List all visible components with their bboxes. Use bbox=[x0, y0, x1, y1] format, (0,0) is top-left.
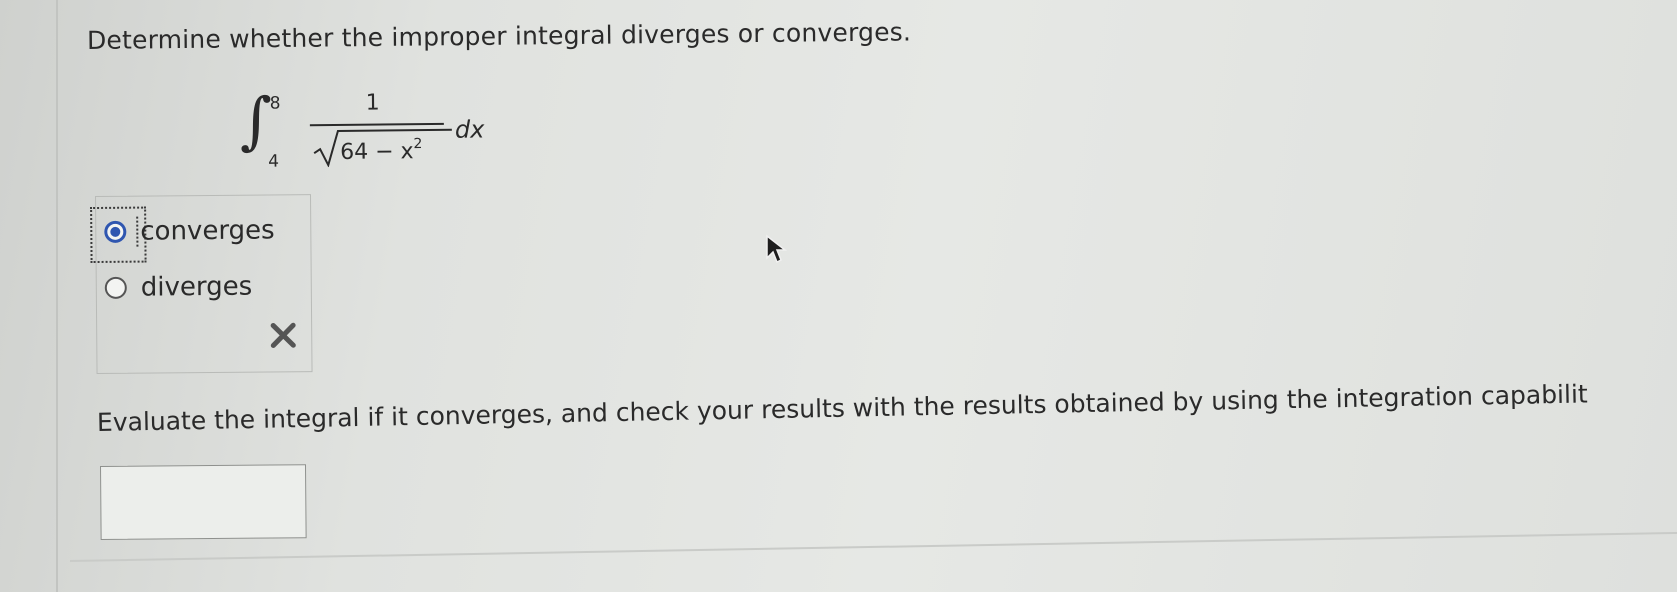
option-label-converges[interactable]: converges bbox=[136, 215, 275, 247]
radio-converges[interactable] bbox=[104, 220, 127, 243]
cross-icon bbox=[270, 322, 296, 348]
radicand: 64 − x2 bbox=[340, 136, 423, 165]
left-divider bbox=[56, 0, 58, 592]
evaluate-instruction: Evaluate the integral if it converges, a… bbox=[96, 379, 1588, 437]
radicand-exponent: 2 bbox=[413, 136, 423, 153]
integral-sign: ∫ bbox=[239, 83, 273, 157]
question-title: Determine whether the improper integral … bbox=[86, 17, 912, 55]
answer-options-group: converges diverges bbox=[90, 194, 313, 374]
fraction-numerator: 1 bbox=[365, 90, 380, 116]
bottom-divider bbox=[69, 531, 1677, 562]
differential: dx bbox=[454, 115, 485, 144]
mouse-cursor-icon bbox=[766, 234, 787, 264]
radio-diverges[interactable] bbox=[104, 276, 127, 299]
answer-input[interactable] bbox=[100, 464, 307, 540]
radicand-text: 64 − x bbox=[340, 139, 414, 165]
integral-upper-limit: 8 bbox=[269, 93, 281, 114]
option-label-diverges[interactable]: diverges bbox=[141, 272, 253, 303]
integral-lower-limit: 4 bbox=[268, 151, 280, 172]
integral-expression: ∫ 8 4 1 64 − x2 dx bbox=[239, 83, 520, 188]
